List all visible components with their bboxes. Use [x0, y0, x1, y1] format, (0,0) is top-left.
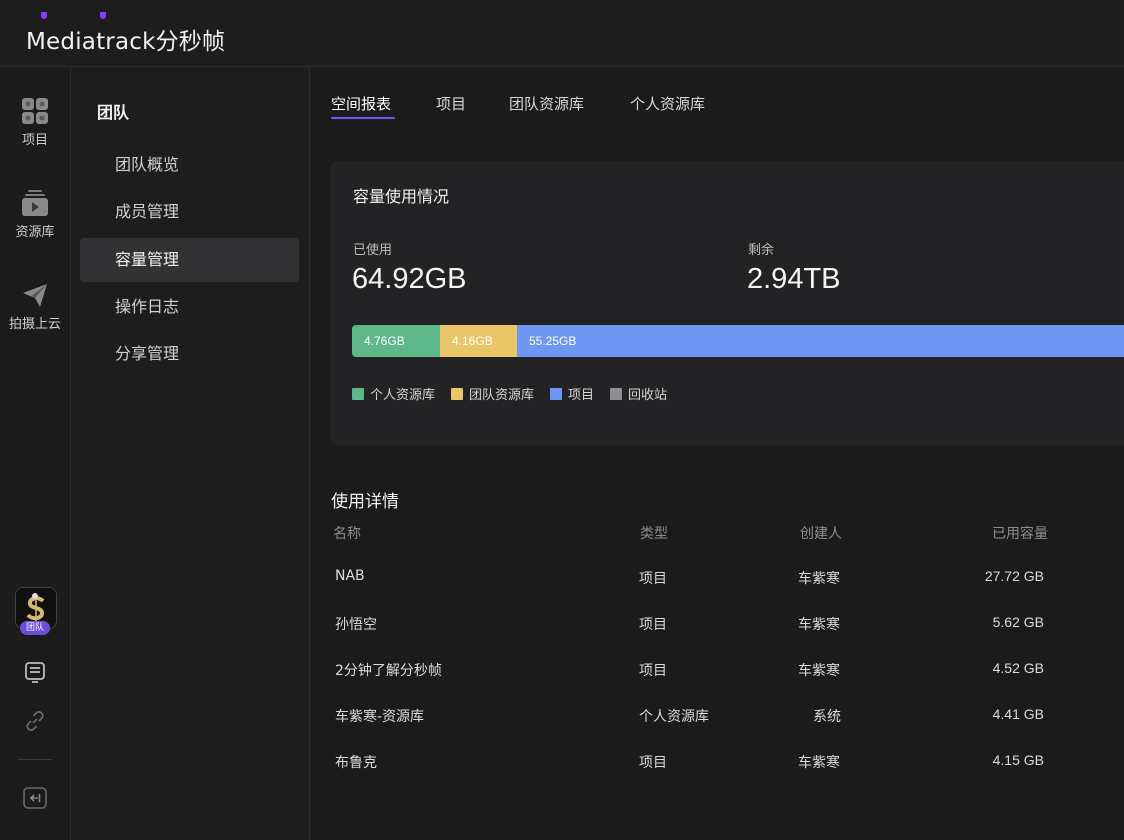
icon-rail: 项目 资源库 拍摄上云 团队 — [0, 67, 71, 840]
legend-item-recycle-bin: 回收站 — [610, 384, 667, 403]
paper-plane-icon — [23, 284, 47, 307]
cell-used: 4.15 GB — [992, 752, 1044, 768]
menu-item-capacity-management[interactable]: 容量管理 — [80, 238, 299, 282]
cell-type: 项目 — [639, 755, 667, 771]
rail-item-cloud-capture[interactable]: 拍摄上云 — [0, 281, 70, 332]
legend-label: 回收站 — [628, 388, 668, 403]
logo-accent-mark — [100, 12, 106, 19]
tab-team-library[interactable]: 团队资源库 — [509, 93, 584, 114]
legend-swatch — [352, 387, 364, 400]
rail-label: 拍摄上云 — [8, 317, 61, 332]
cell-creator: 车紫寒 — [798, 617, 840, 633]
cell-name: 2分钟了解分秒帧 — [335, 663, 442, 679]
remaining-label: 剩余 — [748, 243, 775, 258]
cell-creator: 系统 — [813, 709, 841, 725]
cell-used: 27.72 GB — [984, 568, 1044, 584]
tab-space-report[interactable]: 空间报表 — [331, 93, 395, 119]
app-header: Mediatrack分秒帧 — [0, 0, 1124, 67]
menu-item-share-management[interactable]: 分享管理 — [80, 332, 299, 376]
tab-personal-library[interactable]: 个人资源库 — [630, 93, 705, 114]
used-label: 已使用 — [353, 243, 393, 258]
legend-item-team-library: 团队资源库 — [451, 384, 534, 403]
cell-type: 项目 — [639, 571, 667, 587]
table-row[interactable]: 车紫寒-资源库 个人资源库 系统 4.41 GB — [310, 693, 1124, 739]
menu-title: 团队 — [97, 103, 130, 122]
capacity-card: 容量使用情况 已使用 64.92GB 剩余 2.94TB 4.76GB 4.16… — [330, 161, 1124, 445]
team-side-menu: 团队 团队概览 成员管理 容量管理 操作日志 分享管理 — [71, 67, 310, 840]
queue-list-icon[interactable] — [24, 661, 46, 683]
table-row[interactable]: 2分钟了解分秒帧 项目 车紫寒 4.52 GB — [310, 647, 1124, 693]
legend-label: 团队资源库 — [469, 388, 535, 403]
table-row[interactable]: 孙悟空 项目 车紫寒 5.62 GB — [310, 601, 1124, 647]
cell-type: 个人资源库 — [639, 709, 709, 725]
legend-label: 个人资源库 — [370, 388, 436, 403]
legend-item-projects: 项目 — [550, 384, 594, 403]
remaining-value: 2.94TB — [747, 263, 841, 295]
cell-creator: 车紫寒 — [798, 755, 840, 771]
main-content: 空间报表 项目 团队资源库 个人资源库 容量使用情况 已使用 64.92GB 剩… — [310, 67, 1124, 840]
rail-divider — [18, 759, 52, 760]
capacity-title: 容量使用情况 — [353, 187, 450, 206]
cell-creator: 车紫寒 — [798, 571, 840, 587]
team-badge: 团队 — [20, 621, 50, 635]
cell-name: 布鲁克 — [335, 755, 377, 771]
column-header-used[interactable]: 已用容量 — [992, 523, 1048, 543]
column-header-name[interactable]: 名称 — [333, 523, 361, 543]
cell-type: 项目 — [639, 663, 667, 679]
menu-item-operation-log[interactable]: 操作日志 — [80, 285, 299, 329]
cell-used: 4.52 GB — [992, 660, 1044, 676]
table-row[interactable]: NAB 项目 车紫寒 27.72 GB — [310, 555, 1124, 601]
cell-creator: 车紫寒 — [798, 663, 840, 679]
logo-text: Mediatrack分秒帧 — [26, 29, 226, 55]
active-tab-indicator — [331, 117, 395, 119]
segment-projects[interactable]: 55.25GB — [517, 325, 1124, 357]
tab-projects[interactable]: 项目 — [436, 93, 466, 114]
legend-swatch — [451, 387, 464, 400]
cell-type: 项目 — [639, 617, 667, 633]
cell-name: 孙悟空 — [335, 617, 377, 633]
link-icon[interactable] — [24, 710, 46, 732]
media-library-icon — [22, 190, 48, 216]
legend-label: 项目 — [568, 388, 595, 403]
menu-item-team-overview[interactable]: 团队概览 — [80, 143, 299, 187]
rail-label: 项目 — [21, 133, 48, 148]
cell-name: NAB — [335, 568, 365, 584]
rail-item-projects[interactable]: 项目 — [0, 97, 70, 148]
legend-swatch — [550, 387, 563, 400]
menu-item-member-management[interactable]: 成员管理 — [80, 190, 299, 234]
segment-personal-library[interactable]: 4.76GB — [352, 325, 440, 357]
cell-name: 车紫寒-资源库 — [335, 709, 425, 725]
usage-details-title: 使用详情 — [331, 492, 399, 512]
used-value: 64.92GB — [352, 263, 467, 295]
logo-accent-mark — [41, 12, 47, 19]
cell-used: 5.62 GB — [992, 614, 1044, 630]
capacity-legend: 个人资源库 团队资源库 项目 回收站 — [352, 384, 683, 403]
legend-item-personal-library: 个人资源库 — [352, 384, 435, 403]
cell-used: 4.41 GB — [992, 706, 1044, 722]
segment-team-library[interactable]: 4.16GB — [440, 325, 517, 357]
tab-label: 空间报表 — [331, 95, 392, 113]
column-header-type[interactable]: 类型 — [640, 523, 668, 543]
table-row[interactable]: 布鲁克 项目 车紫寒 4.15 GB — [310, 739, 1124, 785]
legend-swatch — [610, 387, 623, 400]
grid-icon — [22, 98, 48, 124]
rail-label: 资源库 — [15, 225, 55, 240]
column-header-creator[interactable]: 创建人 — [800, 523, 842, 543]
capacity-usage-bar: 4.76GB 4.16GB 55.25GB — [352, 325, 1124, 357]
rail-item-library[interactable]: 资源库 — [0, 189, 70, 240]
collapse-sidebar-icon[interactable] — [23, 787, 47, 809]
table-header: 名称 类型 创建人 已用容量 — [310, 523, 1124, 543]
